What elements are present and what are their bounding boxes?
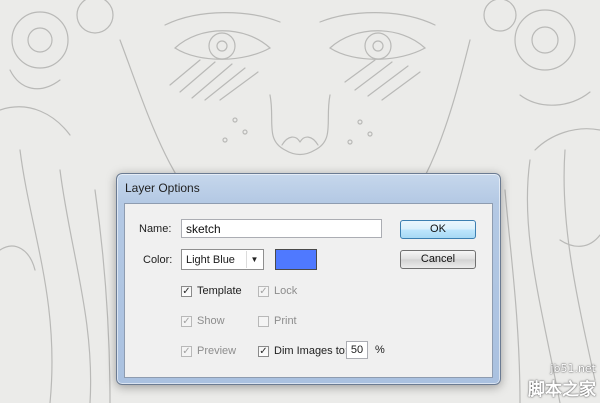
- color-select-value: Light Blue: [186, 254, 235, 266]
- color-select[interactable]: Light Blue ▼: [181, 249, 264, 270]
- watermark-chinese: 脚本之家: [528, 380, 596, 400]
- lock-checkbox[interactable]: ✓: [258, 286, 269, 297]
- print-checkbox[interactable]: [258, 316, 269, 327]
- percent-unit: %: [375, 344, 385, 356]
- ok-button[interactable]: OK: [400, 220, 476, 239]
- watermark-site: jb51.net: [550, 362, 596, 375]
- layer-name-input[interactable]: sketch: [181, 219, 382, 238]
- show-label: Show: [197, 315, 225, 327]
- preview-checkbox[interactable]: ✓: [181, 346, 192, 357]
- template-label: Template: [197, 285, 242, 297]
- dim-images-checkbox[interactable]: ✓: [258, 346, 269, 357]
- lock-label: Lock: [274, 285, 298, 297]
- color-label: Color:: [143, 254, 173, 266]
- template-checkbox[interactable]: ✓: [181, 286, 192, 297]
- print-label: Print: [274, 315, 297, 327]
- cancel-button[interactable]: Cancel: [400, 250, 476, 269]
- name-label: Name:: [139, 223, 172, 235]
- layer-options-dialog: Layer Options Name: sketch Color: Light …: [116, 173, 501, 385]
- watermark: jb51.net 脚本之家: [528, 362, 596, 400]
- show-checkbox[interactable]: ✓: [181, 316, 192, 327]
- dim-percent-input[interactable]: 50: [346, 341, 368, 359]
- chevron-down-icon[interactable]: ▼: [246, 251, 262, 268]
- preview-label: Preview: [197, 345, 237, 357]
- dialog-title: Layer Options: [125, 181, 200, 195]
- dim-images-label: Dim Images to:: [274, 345, 348, 357]
- color-swatch[interactable]: [275, 249, 317, 270]
- dialog-body: Name: sketch Color: Light Blue ▼ OK Canc…: [124, 203, 493, 378]
